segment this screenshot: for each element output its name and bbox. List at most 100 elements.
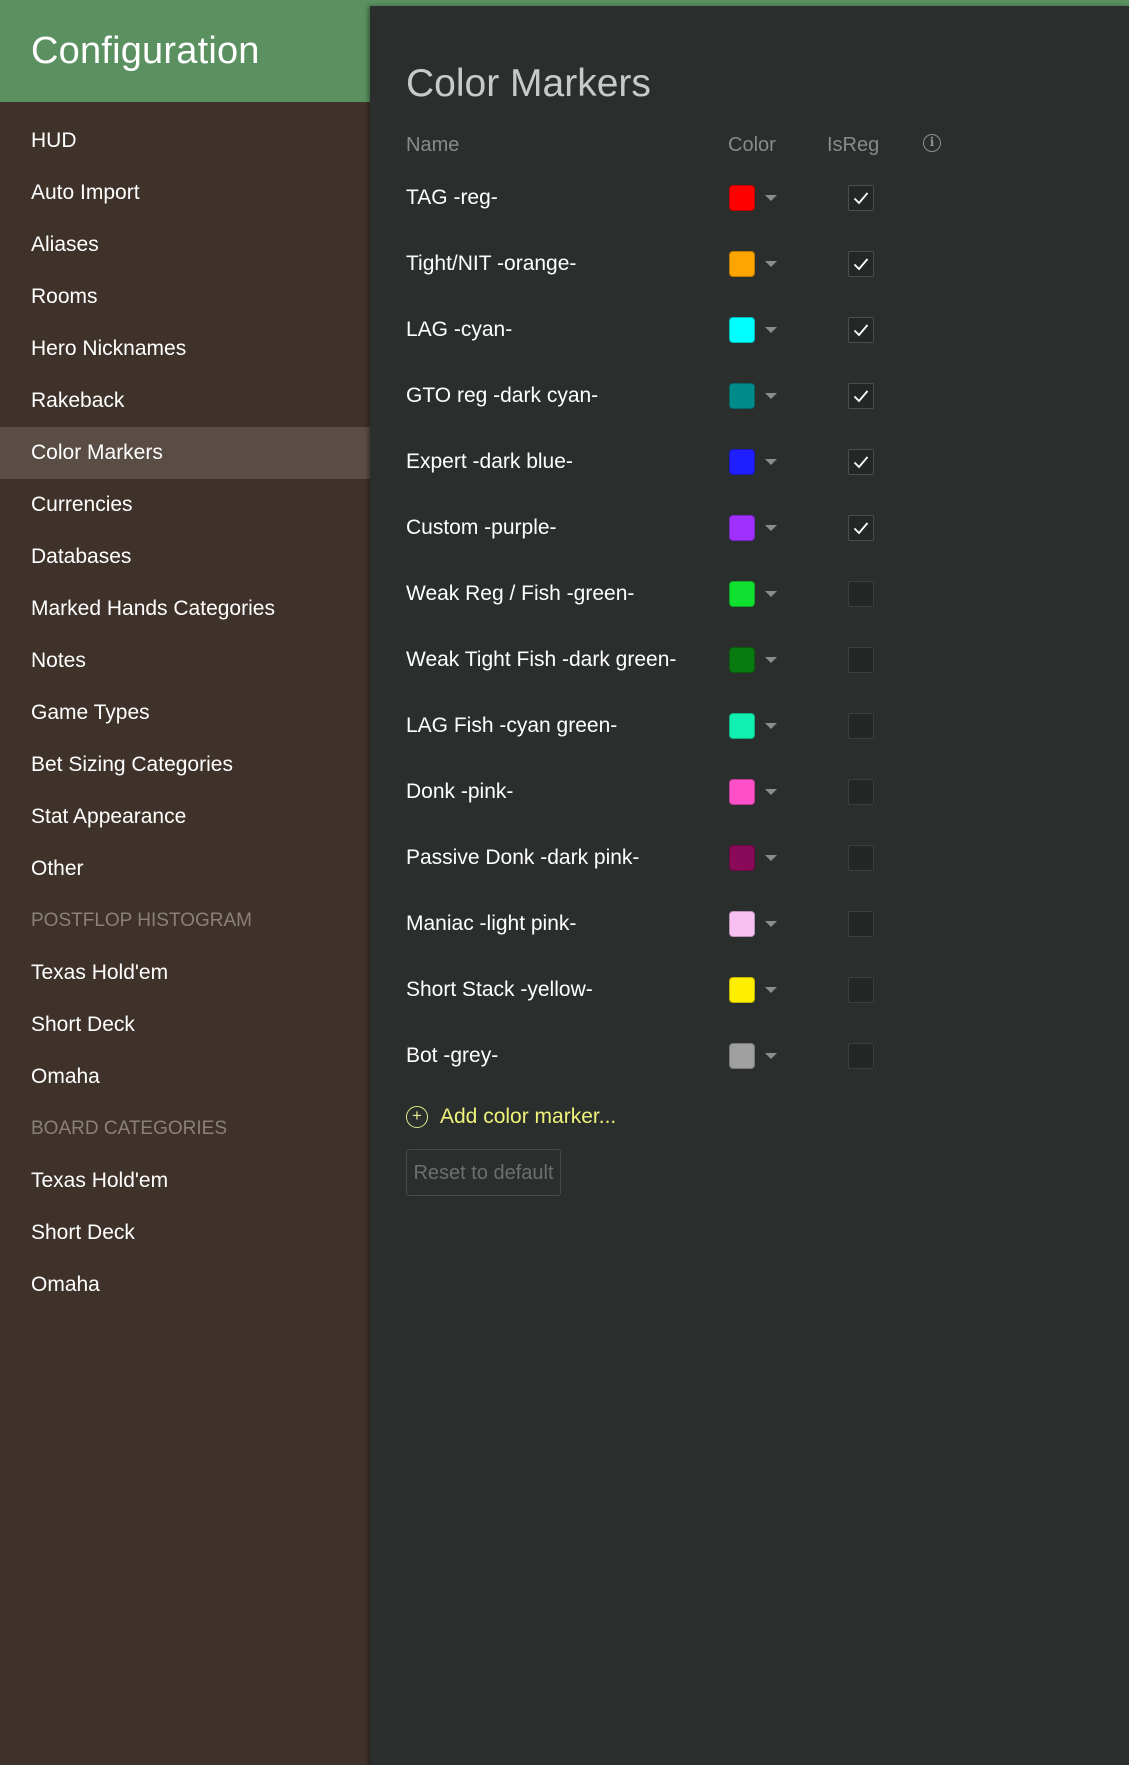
marker-name[interactable]: LAG Fish -cyan green- (406, 714, 617, 738)
sidebar-item-other[interactable]: Other (0, 843, 370, 895)
sidebar-header: Configuration (0, 0, 370, 102)
sidebar-item-bet-sizing-categories[interactable]: Bet Sizing Categories (0, 739, 370, 791)
app-window: Configuration HUD Auto Import Aliases Rooms… (0, 0, 1129, 1765)
isreg-checkbox[interactable] (848, 845, 874, 871)
sidebar: Configuration HUD Auto Import Aliases Rooms… (0, 0, 370, 1765)
chevron-down-icon[interactable] (765, 591, 777, 597)
check-icon (853, 324, 869, 337)
chevron-down-icon[interactable] (765, 1053, 777, 1059)
isreg-checkbox[interactable] (848, 185, 874, 211)
chevron-down-icon[interactable] (765, 789, 777, 795)
color-swatch[interactable] (729, 977, 755, 1003)
sidebar-item-stat-appearance[interactable]: Stat Appearance (0, 791, 370, 843)
isreg-checkbox[interactable] (848, 515, 874, 541)
isreg-checkbox[interactable] (848, 317, 874, 343)
marker-name[interactable]: Expert -dark blue- (406, 450, 573, 474)
marker-name[interactable]: Weak Tight Fish -dark green- (406, 648, 676, 672)
sidebar-item-game-types[interactable]: Game Types (0, 687, 370, 739)
color-swatch[interactable] (729, 1043, 755, 1069)
color-swatch[interactable] (729, 515, 755, 541)
check-icon (853, 192, 869, 205)
sidebar-item-currencies[interactable]: Currencies (0, 479, 370, 531)
chevron-down-icon[interactable] (765, 855, 777, 861)
sidebar-item-short-deck[interactable]: Short Deck (0, 1207, 370, 1259)
sidebar-item-auto-import[interactable]: Auto Import (0, 167, 370, 219)
color-swatch[interactable] (729, 845, 755, 871)
isreg-checkbox[interactable] (848, 911, 874, 937)
chevron-down-icon[interactable] (765, 921, 777, 927)
chevron-down-icon[interactable] (765, 261, 777, 267)
table-row: Tight/NIT -orange- (406, 232, 1106, 298)
isreg-checkbox[interactable] (848, 383, 874, 409)
color-swatch[interactable] (729, 251, 755, 277)
marker-name[interactable]: Custom -purple- (406, 516, 557, 540)
color-swatch[interactable] (729, 779, 755, 805)
marker-name[interactable]: Weak Reg / Fish -green- (406, 582, 634, 606)
marker-name[interactable]: Maniac -light pink- (406, 912, 576, 936)
reset-to-default-button[interactable]: Reset to default (406, 1149, 561, 1196)
page-title: Color Markers (406, 62, 651, 106)
color-swatch[interactable] (729, 449, 755, 475)
table-row: Short Stack -yellow- (406, 958, 1106, 1024)
table-row: Weak Reg / Fish -green- (406, 562, 1106, 628)
sidebar-item-omaha[interactable]: Omaha (0, 1259, 370, 1311)
color-swatch[interactable] (729, 383, 755, 409)
chevron-down-icon[interactable] (765, 987, 777, 993)
sidebar-item-rakeback[interactable]: Rakeback (0, 375, 370, 427)
table-row: Maniac -light pink- (406, 892, 1106, 958)
sidebar-item-texas-hold-em[interactable]: Texas Hold'em (0, 947, 370, 999)
sidebar-item-color-markers[interactable]: Color Markers (0, 427, 370, 479)
chevron-down-icon[interactable] (765, 393, 777, 399)
marker-name[interactable]: Tight/NIT -orange- (406, 252, 576, 276)
sidebar-item-hero-nicknames[interactable]: Hero Nicknames (0, 323, 370, 375)
sidebar-item-aliases[interactable]: Aliases (0, 219, 370, 271)
marker-name[interactable]: GTO reg -dark cyan- (406, 384, 598, 408)
isreg-checkbox[interactable] (848, 449, 874, 475)
isreg-checkbox[interactable] (848, 647, 874, 673)
plus-circle-icon: + (406, 1106, 428, 1128)
sidebar-heading-board-categories: BOARD CATEGORIES (31, 1118, 228, 1139)
sidebar-item-notes[interactable]: Notes (0, 635, 370, 687)
column-header-color: Color (728, 134, 776, 156)
sidebar-item-rooms[interactable]: Rooms (0, 271, 370, 323)
color-swatch[interactable] (729, 647, 755, 673)
isreg-checkbox[interactable] (848, 581, 874, 607)
marker-name[interactable]: Passive Donk -dark pink- (406, 846, 639, 870)
color-swatch[interactable] (729, 185, 755, 211)
isreg-checkbox[interactable] (848, 1043, 874, 1069)
isreg-checkbox[interactable] (848, 779, 874, 805)
chevron-down-icon[interactable] (765, 525, 777, 531)
sidebar-item-short-deck[interactable]: Short Deck (0, 999, 370, 1051)
chevron-down-icon[interactable] (765, 657, 777, 663)
marker-name[interactable]: LAG -cyan- (406, 318, 512, 342)
table-row: Expert -dark blue- (406, 430, 1106, 496)
sidebar-heading-postflop-histogram: POSTFLOP HISTOGRAM (31, 910, 253, 931)
isreg-checkbox[interactable] (848, 251, 874, 277)
sidebar-item-hud[interactable]: HUD (0, 115, 370, 167)
sidebar-item-omaha[interactable]: Omaha (0, 1051, 370, 1103)
sidebar-item-marked-hands-categories[interactable]: Marked Hands Categories (0, 583, 370, 635)
marker-name[interactable]: Donk -pink- (406, 780, 513, 804)
chevron-down-icon[interactable] (765, 327, 777, 333)
color-swatch[interactable] (729, 713, 755, 739)
info-icon[interactable]: i (923, 134, 941, 152)
chevron-down-icon[interactable] (765, 195, 777, 201)
isreg-checkbox[interactable] (848, 713, 874, 739)
sidebar-item-databases[interactable]: Databases (0, 531, 370, 583)
color-swatch[interactable] (729, 911, 755, 937)
marker-name[interactable]: Short Stack -yellow- (406, 978, 593, 1002)
isreg-checkbox[interactable] (848, 977, 874, 1003)
table-row: Donk -pink- (406, 760, 1106, 826)
color-swatch[interactable] (729, 317, 755, 343)
chevron-down-icon[interactable] (765, 723, 777, 729)
table-body: TAG -reg- Tight/NIT -orange- LAG -cyan- GTO… (406, 166, 1106, 1090)
sidebar-item-texas-hold-em[interactable]: Texas Hold'em (0, 1155, 370, 1207)
table-row: GTO reg -dark cyan- (406, 364, 1106, 430)
column-header-name: Name (406, 134, 460, 156)
add-color-marker-label: Add color marker... (440, 1105, 617, 1128)
marker-name[interactable]: TAG -reg- (406, 186, 498, 210)
marker-name[interactable]: Bot -grey- (406, 1044, 498, 1068)
chevron-down-icon[interactable] (765, 459, 777, 465)
table-row: Weak Tight Fish -dark green- (406, 628, 1106, 694)
color-swatch[interactable] (729, 581, 755, 607)
